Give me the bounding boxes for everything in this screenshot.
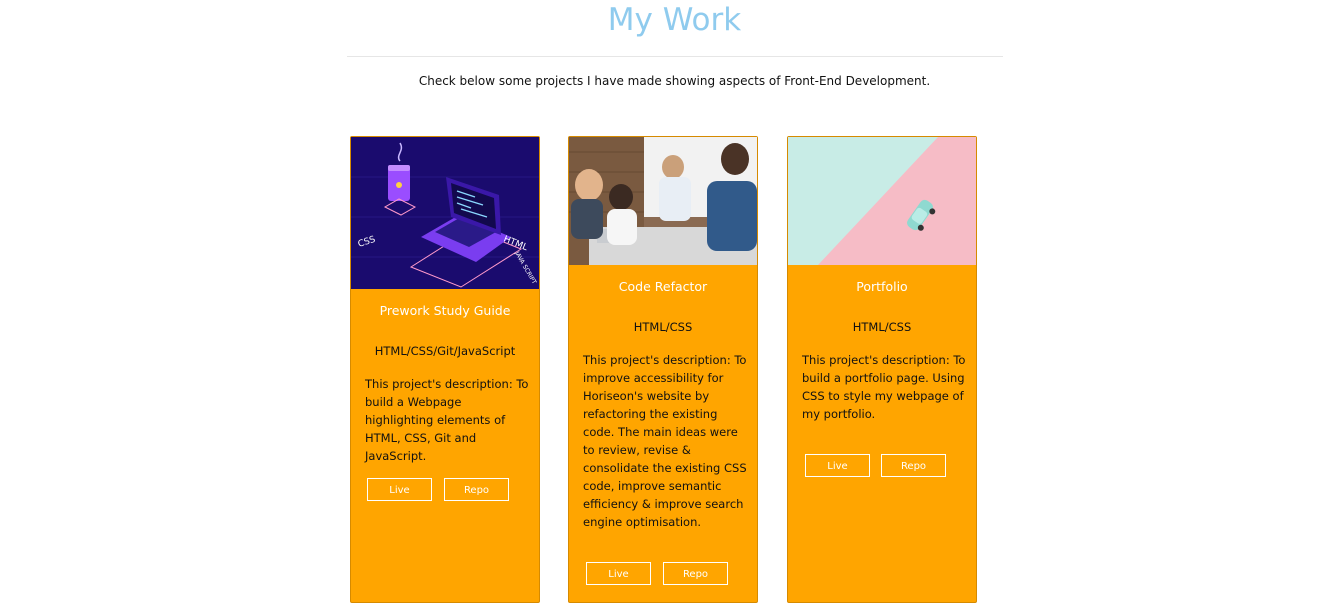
project-title: Code Refactor (618, 279, 708, 294)
project-tech: HTML/CSS (852, 320, 912, 334)
project-title: Portfolio (856, 279, 908, 294)
project-description: This project's description: To improve a… (583, 353, 747, 529)
live-button[interactable]: Live (586, 562, 651, 585)
project-image-prework: CSS HTML JAVA SCRIPT (351, 137, 539, 289)
project-title: Prework Study Guide (379, 303, 511, 318)
page-title: My Work (607, 2, 742, 38)
project-image-portfolio (788, 137, 976, 265)
repo-button[interactable]: Repo (444, 478, 509, 501)
project-card-portfolio: Portfolio HTML/CSS This project's descri… (787, 136, 977, 603)
repo-button[interactable]: Repo (663, 562, 728, 585)
live-button[interactable]: Live (367, 478, 432, 501)
header-divider (347, 56, 1003, 57)
project-description: This project's description: To build a p… (802, 353, 966, 421)
project-image-code-refactor (569, 137, 757, 265)
project-description: This project's description: To build a W… (365, 377, 529, 463)
project-card-code-refactor: Code Refactor HTML/CSS This project's de… (568, 136, 758, 603)
project-tech: HTML/CSS/Git/JavaScript (374, 344, 516, 358)
intro-text: Check below some projects I have made sh… (418, 74, 931, 88)
repo-button[interactable]: Repo (881, 454, 946, 477)
live-button[interactable]: Live (805, 454, 870, 477)
project-card-prework: CSS HTML JAVA SCRIPT Prework Study Guide… (350, 136, 540, 603)
project-tech: HTML/CSS (633, 320, 693, 334)
